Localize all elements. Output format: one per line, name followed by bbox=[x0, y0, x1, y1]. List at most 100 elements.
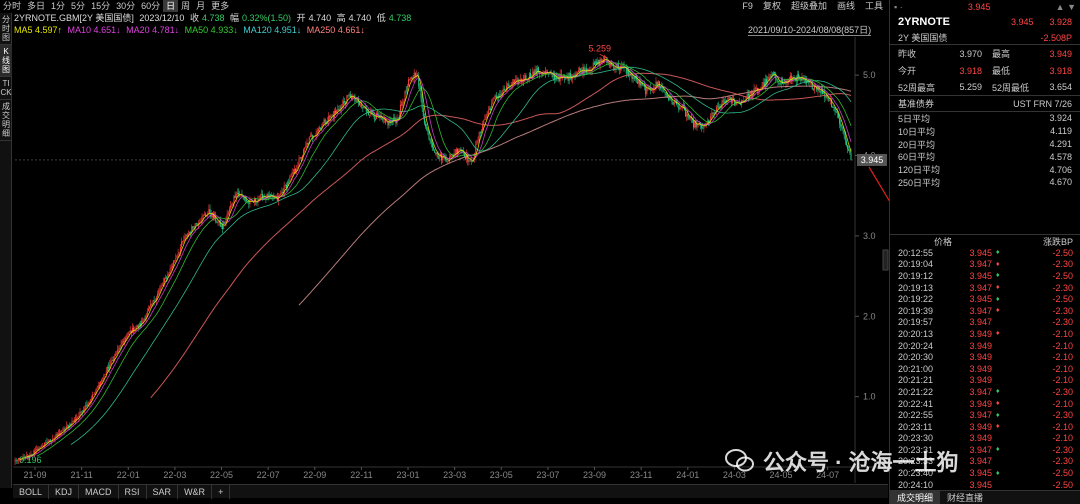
quote-row: 今开 3.918 最低 3.918 bbox=[890, 62, 1080, 79]
y-tick-label: 1.0 bbox=[863, 392, 876, 402]
toolbar-tool-2[interactable]: 超级叠加 bbox=[786, 0, 832, 12]
indicator-tab-4[interactable]: SAR bbox=[147, 485, 179, 499]
candle-body bbox=[14, 460, 16, 462]
period-tab-7[interactable]: 日 bbox=[163, 0, 179, 12]
period-tab-6[interactable]: 60分 bbox=[138, 0, 163, 12]
candle-body bbox=[181, 242, 183, 248]
view-tab-3[interactable]: 成交明细 bbox=[0, 100, 12, 141]
period-tab-8[interactable]: 周 bbox=[178, 0, 193, 12]
candle-body bbox=[94, 392, 96, 395]
x-tick-label: 23-05 bbox=[490, 470, 513, 480]
right-tab-0[interactable]: 成交明细 bbox=[890, 491, 941, 504]
candle-body bbox=[256, 201, 258, 203]
period-tab-10[interactable]: 更多 bbox=[208, 0, 232, 12]
toolbar-tool-4[interactable]: 工具 bbox=[860, 0, 888, 12]
candle-body bbox=[323, 119, 325, 123]
candle-body bbox=[843, 130, 845, 136]
tick-row: 20:12:55 3.945 ♦ -2.50 bbox=[890, 247, 1080, 259]
panel-nav-icons[interactable]: ▲ ▼ bbox=[1056, 2, 1076, 12]
candle-body bbox=[288, 181, 290, 183]
view-tab-0[interactable]: 分时图 bbox=[0, 13, 12, 45]
period-tab-2[interactable]: 1分 bbox=[48, 0, 68, 12]
ma50-line bbox=[70, 66, 852, 445]
candle-body bbox=[622, 65, 624, 67]
date-range-label[interactable]: 2021/09/10-2024/08/08(857日) bbox=[748, 24, 872, 36]
candle-body bbox=[144, 318, 146, 320]
up-arrow-icon: ♦ bbox=[996, 423, 1000, 431]
candle-body bbox=[723, 101, 725, 103]
tick-price: 3.949 bbox=[969, 421, 992, 432]
y-tick-label: 2.0 bbox=[863, 311, 876, 321]
candle-body bbox=[776, 78, 778, 81]
candle-body bbox=[712, 112, 714, 114]
tick-time: 20:19:13 bbox=[898, 282, 934, 293]
candle-body bbox=[809, 82, 811, 83]
ma5-line bbox=[19, 58, 852, 461]
period-tab-0[interactable]: 分时 bbox=[0, 0, 24, 12]
period-tab-3[interactable]: 5分 bbox=[68, 0, 88, 12]
period-tab-9[interactable]: 月 bbox=[193, 0, 208, 12]
candle-body bbox=[580, 68, 582, 71]
candle-body bbox=[680, 107, 682, 108]
candle-body bbox=[530, 72, 532, 78]
candle-body bbox=[190, 232, 192, 233]
indicator-tab-1[interactable]: KDJ bbox=[49, 485, 80, 499]
tick-time: 20:19:04 bbox=[898, 259, 934, 270]
indicator-tab-6[interactable]: + bbox=[212, 485, 231, 499]
candle-body bbox=[420, 89, 422, 99]
indicator-tab-3[interactable]: RSI bbox=[119, 485, 147, 499]
candle-body bbox=[507, 83, 509, 86]
candle-body bbox=[146, 311, 148, 316]
tick-bp: -2.30 bbox=[1052, 444, 1073, 455]
candle-body bbox=[480, 130, 482, 133]
instrument-subtitle: 2Y 美国国债 -2.508P bbox=[890, 31, 1080, 45]
candle-body bbox=[238, 192, 240, 194]
candle-body bbox=[717, 105, 719, 108]
indicator-tab-0[interactable]: BOLL bbox=[13, 485, 50, 499]
toolbar-tool-0[interactable]: F9 bbox=[737, 0, 758, 12]
tick-price: 3.949 bbox=[969, 433, 992, 444]
indicator-tab-2[interactable]: MACD bbox=[79, 485, 119, 499]
quote-value: 3.970 bbox=[959, 48, 982, 59]
tick-time: 20:19:57 bbox=[898, 317, 934, 328]
period-tab-5[interactable]: 30分 bbox=[113, 0, 138, 12]
panel-dot-icon[interactable]: ▪ · bbox=[894, 2, 903, 12]
right-tab-1[interactable]: 财经直播 bbox=[940, 491, 990, 504]
candle-body bbox=[122, 341, 124, 342]
candle-body bbox=[492, 98, 494, 104]
candle-body bbox=[633, 76, 635, 79]
period-tab-1[interactable]: 多日 bbox=[24, 0, 48, 12]
candle-body bbox=[114, 354, 116, 357]
candle-body bbox=[645, 86, 647, 94]
candle-body bbox=[95, 389, 97, 393]
up-arrow-icon: ♦ bbox=[996, 307, 1000, 315]
candle-body bbox=[56, 434, 58, 436]
candle-body bbox=[812, 89, 814, 90]
view-tab-2[interactable]: TICK bbox=[0, 77, 12, 100]
candle-body bbox=[615, 67, 617, 69]
candle-body bbox=[536, 67, 538, 75]
app-window: 分时 多日 1分 5分 15分 30分 60分日周月更多 F9 复权 超级叠加 画线 工具 分时图 K线… bbox=[0, 0, 1080, 504]
candle-body bbox=[126, 335, 128, 338]
candle-body bbox=[358, 102, 360, 106]
candle-body bbox=[769, 76, 771, 78]
view-tab-1[interactable]: K线图 bbox=[0, 45, 12, 77]
candle-body bbox=[85, 404, 87, 409]
candle-body bbox=[533, 71, 535, 75]
period-tab-4[interactable]: 15分 bbox=[88, 0, 113, 12]
tick-time: 20:19:12 bbox=[898, 270, 934, 281]
candle-body bbox=[835, 111, 837, 112]
candle-body bbox=[192, 226, 194, 229]
candle-body bbox=[508, 83, 510, 87]
candle-body bbox=[494, 95, 496, 98]
toolbar-tool-1[interactable]: 复权 bbox=[758, 0, 786, 12]
tick-bp: -2.10 bbox=[1052, 421, 1073, 432]
candle-body bbox=[159, 288, 161, 291]
kline-chart[interactable]: 5.04.03.02.01.021-0921-1122-0122-0322-05… bbox=[13, 37, 889, 483]
indicator-tab-5[interactable]: W&R bbox=[178, 485, 213, 499]
candle-body bbox=[244, 199, 246, 201]
quote-value-2: 3.918 bbox=[1049, 65, 1072, 76]
tick-row: 20:23:11 3.949 ♦ -2.10 bbox=[890, 421, 1080, 433]
x-tick-label: 23-11 bbox=[630, 470, 652, 480]
toolbar-tool-3[interactable]: 画线 bbox=[832, 0, 860, 12]
